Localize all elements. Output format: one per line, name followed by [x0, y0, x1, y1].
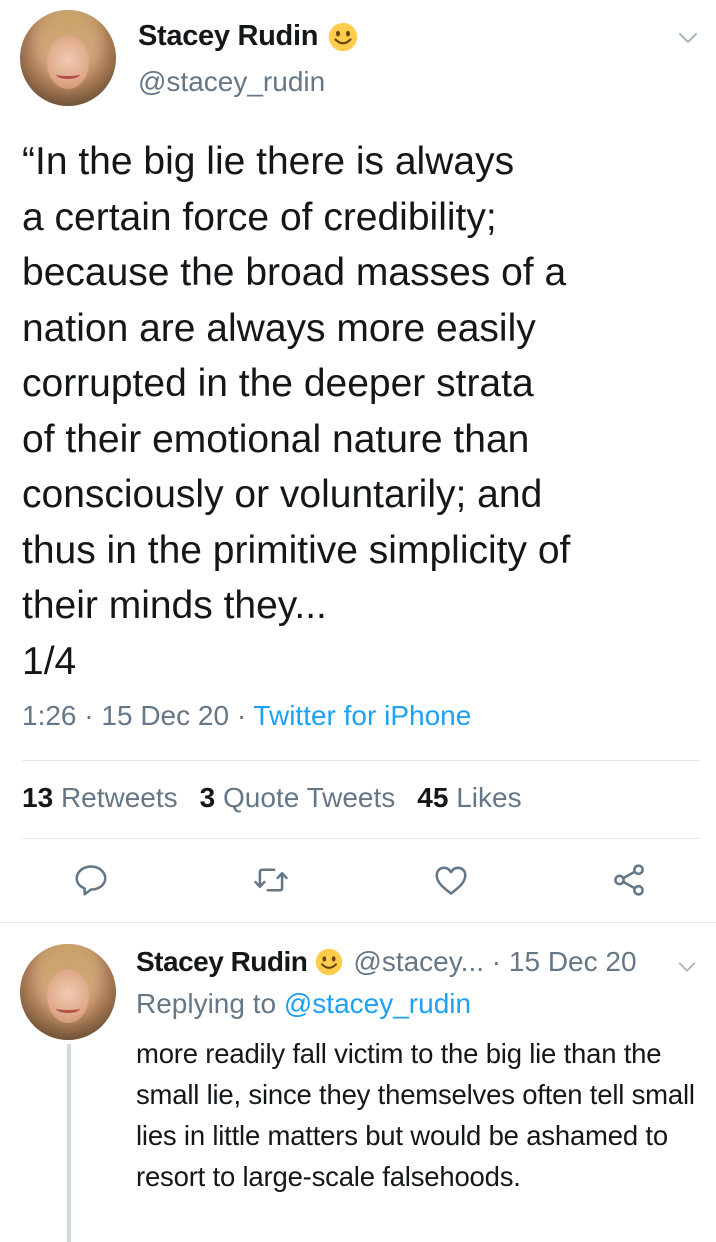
divider	[22, 760, 699, 761]
replying-to: Replying to @stacey_rudin	[136, 988, 471, 1020]
smiley-face-icon	[316, 948, 343, 976]
comment-icon[interactable]	[72, 861, 110, 899]
share-icon[interactable]	[610, 861, 648, 899]
chevron-down-icon[interactable]	[676, 26, 700, 50]
author-handle[interactable]: @stacey_rudin	[138, 66, 325, 98]
author-handle[interactable]: @stacey...	[353, 946, 484, 978]
meta-separator: ·	[484, 946, 509, 977]
tweet-date[interactable]: 15 Dec 20	[509, 946, 637, 978]
tweet-text: “In the big lie there is always a certai…	[22, 140, 571, 683]
avatar[interactable]	[20, 10, 116, 106]
reply-text: more readily fall victim to the big lie …	[136, 1038, 695, 1192]
meta-separator: ·	[236, 700, 254, 731]
avatar[interactable]	[20, 944, 116, 1040]
thread-line	[67, 1044, 71, 1242]
tweet-time: 1:26	[22, 700, 77, 731]
tweet-source-link[interactable]: Twitter for iPhone	[253, 700, 471, 731]
retweet-icon[interactable]	[252, 861, 290, 899]
chevron-down-icon[interactable]	[676, 956, 698, 978]
meta-separator: ·	[84, 700, 102, 731]
tweet-meta: 1:26 · 15 Dec 20 · Twitter for iPhone	[22, 700, 471, 732]
tweet-date: 15 Dec 20	[101, 700, 230, 731]
replying-prefix: Replying to	[136, 988, 277, 1019]
likes-stat[interactable]: 45 Likes	[417, 782, 521, 813]
author-name[interactable]: Stacey Rudin	[136, 946, 308, 978]
author-name[interactable]: Stacey Rudin	[138, 20, 318, 53]
heart-icon[interactable]	[432, 861, 470, 899]
reply-header: Stacey Rudin @stacey... · 15 Dec 20	[136, 946, 637, 978]
quote-tweets-stat[interactable]: 3 Quote Tweets	[200, 782, 396, 813]
replying-mention-link[interactable]: @stacey_rudin	[284, 988, 471, 1019]
divider	[0, 922, 716, 923]
divider	[22, 838, 699, 839]
retweets-stat[interactable]: 13 Retweets	[22, 782, 178, 813]
author-name-row[interactable]: Stacey Rudin	[138, 20, 358, 53]
smiley-face-icon	[328, 22, 358, 51]
tweet-stats: 13 Retweets 3 Quote Tweets 45 Likes	[22, 782, 522, 814]
